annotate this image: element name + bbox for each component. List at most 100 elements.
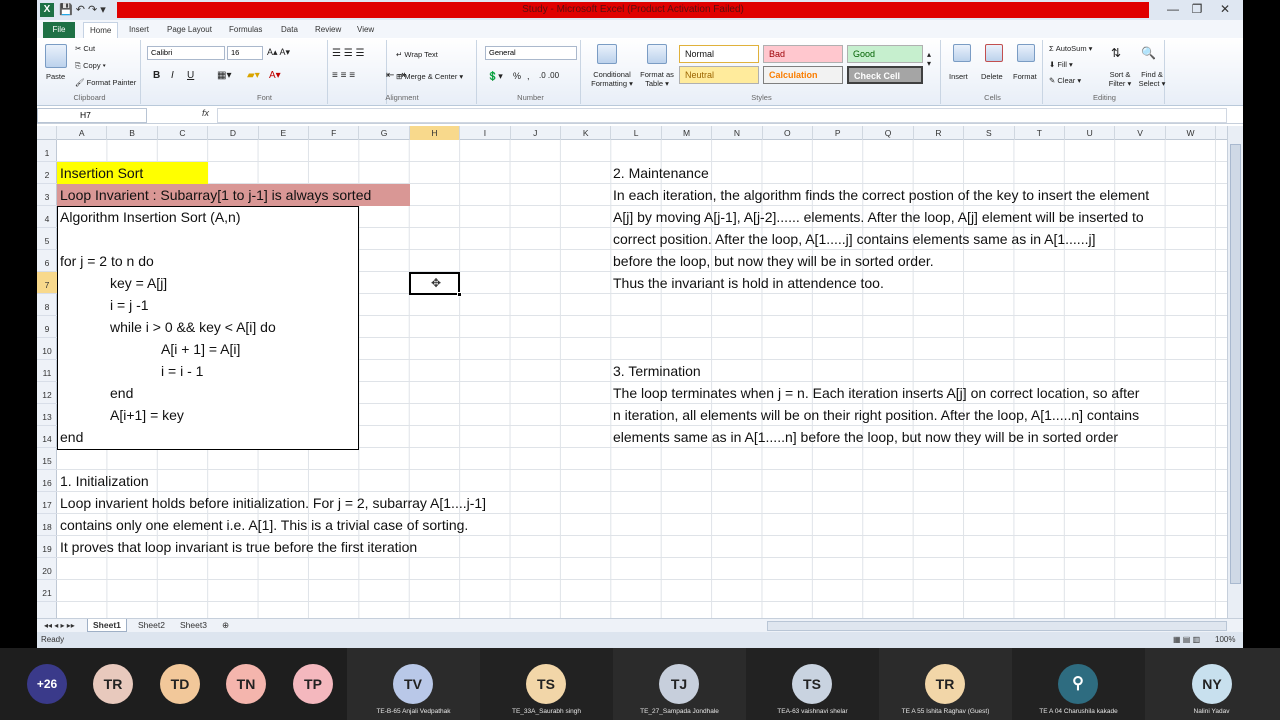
quick-access-toolbar[interactable]: 💾 ↶ ↷ ▾ [59, 3, 106, 16]
cell-loop-invariant[interactable]: Loop Invarient : Subarray[1 to j-1] is a… [57, 184, 410, 206]
underline-button[interactable]: U [187, 70, 194, 81]
column-header[interactable]: W [1166, 126, 1217, 140]
algo-line[interactable]: key = A[j] [110, 272, 167, 294]
participant-tile[interactable]: TR TE A 55 Ishita Raghav (Guest) [879, 648, 1012, 720]
row-header[interactable]: 21 [37, 580, 57, 602]
init-line[interactable]: Loop invarient holds before initializati… [60, 492, 486, 514]
grow-shrink-font-icon[interactable]: A▴ A▾ [267, 47, 290, 58]
zoom-level[interactable]: 100% [1215, 632, 1235, 648]
column-header[interactable]: D [208, 126, 259, 140]
algo-line[interactable]: A[i+1] = key [110, 404, 184, 426]
row-header[interactable]: 2 [37, 162, 57, 184]
column-header[interactable]: B [107, 126, 158, 140]
row-header[interactable]: 20 [37, 558, 57, 580]
align-top-icons[interactable]: ☰ ☰ ☰ [332, 48, 364, 59]
row-header[interactable]: 17 [37, 492, 57, 514]
format-cells-button[interactable]: Format [1013, 72, 1037, 81]
row-header[interactable]: 8 [37, 294, 57, 316]
column-header[interactable]: I [460, 126, 511, 140]
cut-button[interactable]: ✂ Cut [75, 44, 95, 53]
wrap-text-button[interactable]: ↵ Wrap Text [396, 50, 438, 59]
column-header[interactable]: J [511, 126, 561, 140]
algo-line[interactable]: end [110, 382, 133, 404]
column-header[interactable]: C [158, 126, 209, 140]
fill-button[interactable]: ⬇ Fill ▾ [1049, 60, 1073, 69]
row-header[interactable]: 11 [37, 360, 57, 382]
styles-scroll-icon[interactable]: ▴ ▾ [927, 50, 931, 68]
maint-line[interactable]: In each iteration, the algorithm finds t… [613, 184, 1149, 206]
row-header[interactable]: 19 [37, 536, 57, 558]
participant-tile[interactable]: TJ TE_27_Sampada Jondhale [613, 648, 746, 720]
algo-line[interactable]: for j = 2 to n do [60, 250, 154, 272]
bold-button[interactable]: B [153, 70, 160, 81]
find-select-icon[interactable]: 🔍 [1141, 46, 1156, 60]
column-header[interactable]: T [1015, 126, 1065, 140]
find-select-button[interactable]: Find & Select ▾ [1137, 70, 1167, 88]
style-bad[interactable]: Bad [763, 45, 843, 63]
tab-file[interactable]: File [43, 22, 75, 38]
font-color-icon[interactable]: A▾ [269, 70, 281, 81]
participant-avatar[interactable]: TP [293, 664, 333, 704]
row-header[interactable]: 13 [37, 404, 57, 426]
term-line[interactable]: 3. Termination [613, 360, 701, 382]
sort-filter-icon[interactable]: ⇅ [1111, 46, 1121, 60]
autosum-button[interactable]: Σ AutoSum ▾ [1049, 44, 1092, 53]
row-header[interactable]: 3 [37, 184, 57, 206]
currency-icon[interactable]: 💲▾ [487, 71, 503, 82]
row-header[interactable]: 12 [37, 382, 57, 404]
term-line[interactable]: n iteration, all elements will be on the… [613, 404, 1139, 426]
column-header[interactable]: Q [863, 126, 914, 140]
column-header[interactable]: V [1115, 126, 1166, 140]
init-line[interactable]: contains only one element i.e. A[1]. Thi… [60, 514, 468, 536]
row-header[interactable]: 7 [37, 272, 57, 294]
tab-sheet1[interactable]: Sheet1 [87, 619, 127, 632]
cell-title[interactable]: Insertion Sort [57, 162, 208, 184]
tab-view[interactable]: View [351, 22, 380, 38]
column-header[interactable]: L [611, 126, 662, 140]
fill-color-icon[interactable]: ▰▾ [247, 70, 260, 81]
algo-line[interactable]: A[i + 1] = A[i] [161, 338, 240, 360]
column-header[interactable]: N [712, 126, 763, 140]
format-as-table-icon[interactable] [647, 44, 667, 64]
align-left-icons[interactable]: ≡ ≡ ≡ [332, 70, 355, 81]
init-line[interactable]: 1. Initialization [60, 470, 149, 492]
algo-line[interactable]: Algorithm Insertion Sort (A,n) [60, 206, 241, 228]
fill-handle[interactable] [457, 292, 462, 297]
conditional-formatting-icon[interactable] [597, 44, 617, 64]
borders-icon[interactable]: ▦▾ [217, 70, 231, 81]
tab-review[interactable]: Review [309, 22, 347, 38]
formula-input[interactable] [217, 108, 1227, 123]
merge-center-button[interactable]: ⊞ Merge & Center ▾ [396, 72, 463, 81]
vertical-scrollbar[interactable] [1227, 126, 1243, 618]
delete-cells-button[interactable]: Delete [981, 72, 1003, 81]
row-header[interactable]: 14 [37, 426, 57, 448]
participant-avatar[interactable]: TD [160, 664, 200, 704]
algo-line[interactable]: while i > 0 && key < A[i] do [110, 316, 276, 338]
tab-formulas[interactable]: Formulas [223, 22, 268, 38]
insert-cells-icon[interactable] [953, 44, 971, 62]
tab-home[interactable]: Home [83, 22, 119, 38]
conditional-formatting-button[interactable]: Conditional Formatting ▾ [585, 70, 639, 88]
participant-tile[interactable]: TS TEA-63 vaishnavi shelar [746, 648, 879, 720]
maint-line[interactable]: Thus the invariant is hold in attendence… [613, 272, 884, 294]
style-check-cell[interactable]: Check Cell [847, 66, 923, 84]
maint-line[interactable]: A[j] by moving A[j-1], A[j-2]...... elem… [613, 206, 1144, 228]
column-header[interactable]: K [561, 126, 612, 140]
horizontal-scrollbar[interactable] [767, 621, 1227, 631]
clear-button[interactable]: ✎ Clear ▾ [1049, 76, 1081, 85]
participant-tile[interactable]: TS TE_33A_Saurabh singh [480, 648, 613, 720]
view-buttons-icon[interactable]: ▦ ▤ ▥ [1173, 632, 1200, 648]
maint-line[interactable]: before the loop, but now they will be in… [613, 250, 934, 272]
row-header[interactable]: 5 [37, 228, 57, 250]
row-header[interactable]: 10 [37, 338, 57, 360]
row-header[interactable]: 6 [37, 250, 57, 272]
column-header[interactable]: M [662, 126, 713, 140]
maint-line[interactable]: 2. Maintenance [613, 162, 709, 184]
column-header[interactable]: U [1065, 126, 1116, 140]
row-header[interactable]: 9 [37, 316, 57, 338]
column-header[interactable]: O [763, 126, 813, 140]
minimize-button[interactable]: — [1161, 2, 1185, 16]
tab-sheet2[interactable]: Sheet2 [133, 619, 170, 632]
column-header[interactable]: R [914, 126, 965, 140]
participant-avatar[interactable]: TN [226, 664, 266, 704]
